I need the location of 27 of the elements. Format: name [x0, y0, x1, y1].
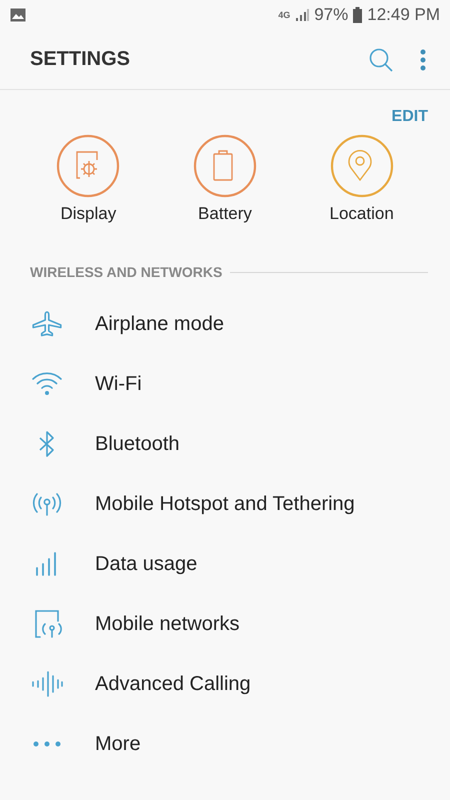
settings-item[interactable]: More — [0, 714, 450, 774]
settings-item[interactable]: Mobile networks — [0, 594, 450, 654]
settings-item[interactable]: Wi-Fi — [0, 354, 450, 414]
quick-setting[interactable]: Battery — [164, 134, 285, 224]
quick-setting[interactable]: Display — [28, 134, 148, 224]
signal-icon — [295, 8, 310, 22]
wifi-icon — [31, 371, 63, 397]
battery-icon — [353, 7, 362, 23]
settings-item[interactable]: Advanced Calling — [0, 654, 450, 714]
battery-percent: 97% — [314, 5, 348, 25]
sound-wave-icon — [30, 670, 64, 698]
page-title: SETTINGS — [30, 48, 132, 71]
settings-item[interactable]: Data usage — [0, 534, 450, 594]
hotspot-icon — [31, 490, 63, 518]
tablet-antenna-icon — [32, 609, 62, 639]
quick-setting[interactable]: Location — [302, 134, 422, 224]
settings-item[interactable]: Bluetooth — [0, 414, 450, 474]
network-type: 4G — [278, 10, 290, 20]
clock: 12:49 PM — [367, 5, 440, 25]
image-notification-icon — [10, 8, 26, 22]
more-vertical-icon — [420, 48, 426, 70]
airplane-icon — [31, 310, 63, 338]
more-icon — [32, 740, 62, 748]
section-header: WIRELESS AND NETWORKS — [30, 264, 222, 280]
settings-item[interactable]: Mobile Hotspot and Tethering — [0, 474, 450, 534]
search-icon — [368, 46, 394, 72]
settings-item[interactable]: Airplane mode — [0, 294, 450, 354]
